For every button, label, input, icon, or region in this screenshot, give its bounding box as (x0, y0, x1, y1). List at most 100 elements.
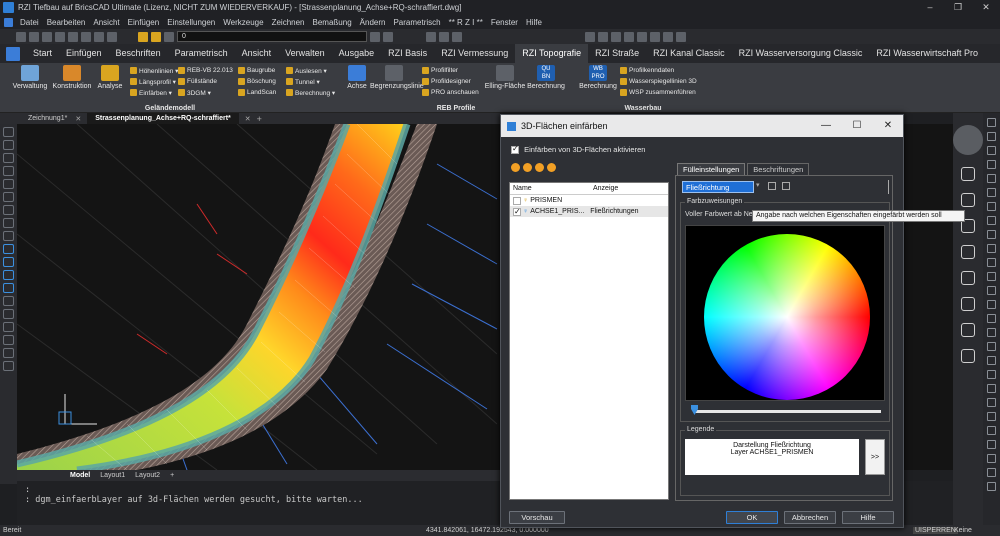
ribbon-tab-ausgabe[interactable]: Ausgabe (332, 44, 382, 63)
zoom-extents-icon[interactable] (535, 163, 544, 172)
achse-button[interactable]: Achse (342, 65, 372, 90)
tab-fuelleinstellungen[interactable]: Fülleinstellungen (677, 163, 746, 175)
property-dropdown[interactable]: Fließrichtung (682, 181, 754, 193)
table-tool-icon[interactable] (3, 348, 14, 358)
scale-tool-icon[interactable] (3, 205, 14, 215)
doc-tab-strassenplanung[interactable]: Strassenplanung_Achse+RQ-schraffiert* (87, 113, 239, 124)
row-checkbox[interactable] (513, 196, 521, 205)
zoom-out-icon[interactable] (523, 163, 532, 172)
ribbon-tab-verwalten[interactable]: Verwalten (278, 44, 332, 63)
boeschung-button[interactable]: Böschung (238, 77, 276, 86)
hoehenlinien-button[interactable]: Höhenlinien ▾ (130, 66, 178, 75)
layer-next-icon[interactable] (383, 31, 393, 42)
print-icon[interactable] (55, 31, 65, 42)
lightbulb-icon[interactable] (961, 167, 975, 181)
building-icon[interactable] (961, 271, 975, 285)
list-row-prismen[interactable]: ♀ PRISMEN (510, 195, 668, 206)
profilkenndaten-button[interactable]: Profilkenndaten (620, 66, 674, 75)
legend-expand-button[interactable]: >> (865, 439, 885, 475)
tool-5-icon[interactable] (987, 174, 996, 183)
app-button-icon[interactable] (6, 46, 20, 61)
col-name[interactable]: Name (510, 183, 590, 194)
slider-thumb[interactable] (691, 405, 698, 415)
tool-15-icon[interactable] (987, 314, 996, 323)
menu-fenster[interactable]: Fenster (487, 18, 522, 27)
tool-22-icon[interactable] (987, 412, 996, 421)
redo-icon[interactable] (81, 31, 91, 42)
ribbon-tab-rzi-wasserwirtschaft[interactable]: RZI Wasserwirtschaft Pro (869, 44, 985, 63)
tool-7-icon[interactable] (987, 202, 996, 211)
profildesigner-button[interactable]: Profildesigner (422, 77, 471, 86)
tool-26-icon[interactable] (987, 468, 996, 477)
circle-tool-icon[interactable] (3, 179, 14, 189)
berechnung-reb-button[interactable]: QU BN Berechnung (525, 65, 567, 90)
snap-icon[interactable] (585, 31, 595, 42)
ortho-icon[interactable] (611, 31, 621, 42)
grid-icon[interactable] (598, 31, 608, 42)
zoom-window-icon[interactable] (547, 163, 556, 172)
layer-manager-icon[interactable] (94, 31, 104, 42)
navigation-wheel-icon[interactable] (953, 125, 983, 155)
elling-flaeche-button[interactable]: Elling-Fläche (484, 65, 526, 90)
cancel-button[interactable]: Abbrechen (784, 511, 836, 524)
match-icon[interactable] (107, 31, 117, 42)
begrenzungslinie-button[interactable]: Begrenzungslinie (370, 65, 424, 90)
polyline-tool-icon[interactable] (3, 140, 14, 150)
boundary-tool-icon[interactable] (3, 283, 14, 293)
activate-row[interactable]: Einfärben von 3D-Flächen aktivieren (511, 144, 645, 155)
layer-list[interactable]: Name Anzeige ♀ PRISMEN ♀ ACHSE1_PRIS... … (509, 182, 669, 500)
analyse-button[interactable]: Analyse (92, 65, 128, 90)
ok-button[interactable]: OK (726, 511, 778, 524)
tool-3-icon[interactable] (987, 146, 996, 155)
tool-12-icon[interactable] (987, 272, 996, 281)
grid-icon[interactable] (782, 182, 790, 190)
layout-tab-layout1[interactable]: Layout1 (97, 472, 128, 479)
ribbon-tab-beschriften[interactable]: Beschriften (109, 44, 168, 63)
layer-prev-icon[interactable] (370, 31, 380, 42)
auslesen-button[interactable]: Auslesen ▾ (286, 66, 327, 75)
ribbon-tab-ansicht[interactable]: Ansicht (235, 44, 279, 63)
wipeout-tool-icon[interactable] (3, 361, 14, 371)
status-keine[interactable]: Keine (954, 527, 972, 534)
slider-track[interactable] (695, 410, 881, 413)
tool-6-icon[interactable] (987, 188, 996, 197)
tool-20-icon[interactable] (987, 384, 996, 393)
3dgm-button[interactable]: 3DGM ▾ (178, 88, 211, 97)
konstruktion-button[interactable]: Konstruktion (50, 65, 94, 90)
ribbon-tab-rzi-basis[interactable]: RZI Basis (381, 44, 434, 63)
color-wheel-box[interactable] (685, 225, 885, 401)
function-icon[interactable] (961, 297, 975, 311)
berechnung-wb-button[interactable]: WB PRO Berechnung (578, 65, 618, 90)
wsp-zusammen-button[interactable]: WSP zusammenführen (620, 88, 696, 97)
list-row-achse1[interactable]: ♀ ACHSE1_PRIS... Fließrichtungen (510, 206, 668, 217)
ribbon-tab-rzi-kanal[interactable]: RZI Kanal Classic (646, 44, 732, 63)
polar-icon[interactable] (624, 31, 634, 42)
columns-icon[interactable] (768, 182, 776, 190)
tool-23-icon[interactable] (987, 426, 996, 435)
lightbulb-icon[interactable] (138, 31, 148, 42)
mirror-tool-icon[interactable] (3, 218, 14, 228)
menu-bemassung[interactable]: Bemaßung (309, 18, 356, 27)
otrack-icon[interactable] (650, 31, 660, 42)
offset-tool-icon[interactable] (3, 231, 14, 241)
tunnel-button[interactable]: Tunnel ▾ (286, 77, 320, 86)
tool-16-icon[interactable] (987, 328, 996, 337)
zoom-in-icon[interactable] (511, 163, 520, 172)
minimize-button[interactable]: – (916, 0, 944, 15)
close-icon[interactable]: ✕ (75, 115, 81, 123)
menu-zeichnen[interactable]: Zeichnen (268, 18, 309, 27)
dialog-minimize-button[interactable]: — (811, 115, 841, 137)
wasserspiegellinien-button[interactable]: Wasserspiegellinien 3D (620, 77, 697, 86)
col-anzeige[interactable]: Anzeige (590, 183, 618, 194)
tool-9-icon[interactable] (987, 230, 996, 239)
ribbon-tab-rzi-strasse[interactable]: RZI Straße (588, 44, 646, 63)
menu-einstellungen[interactable]: Einstellungen (163, 18, 219, 27)
ellipse-tool-icon[interactable] (3, 309, 14, 319)
new-tab-icon[interactable]: + (257, 114, 262, 124)
baugrube-button[interactable]: Baugrube (238, 66, 275, 75)
rotate-tool-icon[interactable] (3, 192, 14, 202)
tool-2-icon[interactable] (987, 132, 996, 141)
activate-checkbox[interactable] (511, 144, 519, 155)
reb-vb-button[interactable]: REB-VB 22.013 (178, 66, 233, 75)
point-tool-icon[interactable] (3, 296, 14, 306)
